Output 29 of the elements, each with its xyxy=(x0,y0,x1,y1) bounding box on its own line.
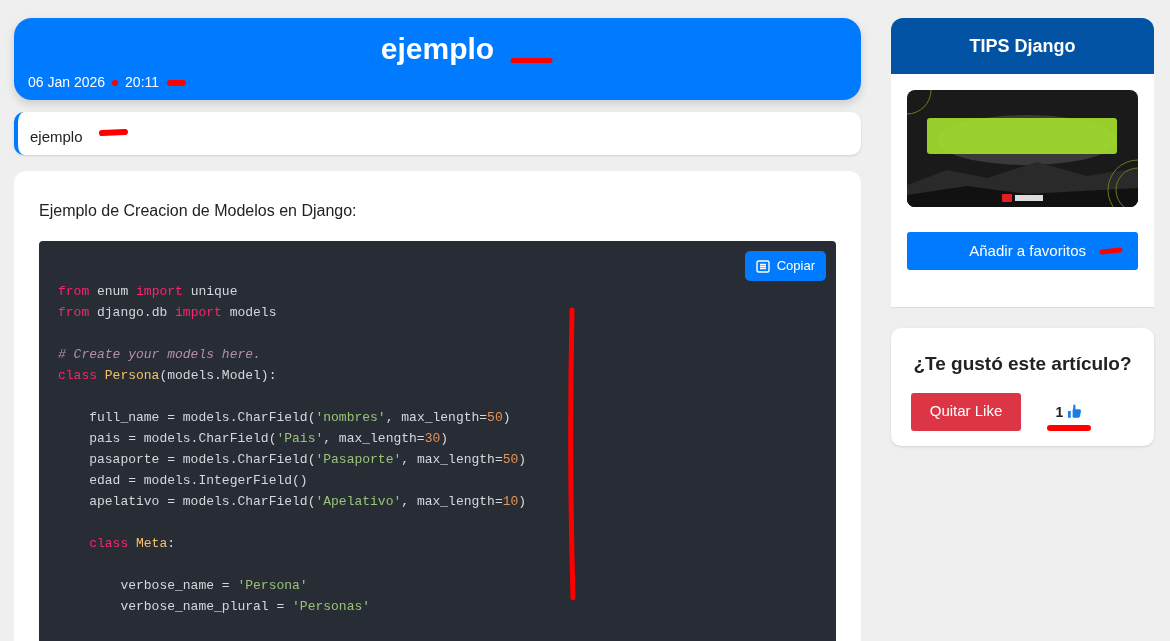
code-line: verbose_name = 'Persona' xyxy=(119,577,309,595)
post-summary: ejemplo xyxy=(30,127,83,148)
clipboard-icon xyxy=(755,259,770,273)
annotation-stroke xyxy=(1046,422,1092,433)
code-line: from enum import unique xyxy=(58,283,239,301)
code-line: class Persona(models.Model): xyxy=(58,367,278,385)
code-line: full_name = models.CharField('nombres', max_length=50) xyxy=(88,409,512,427)
add-favorites-button[interactable]: Añadir a favoritos xyxy=(907,232,1138,270)
tips-title: TIPS Django xyxy=(969,34,1076,58)
copy-button[interactable]: Copiar xyxy=(744,251,826,281)
code-line: # Create your models here. xyxy=(58,346,262,364)
code-line: class Meta: xyxy=(88,535,177,553)
post-time: 20:11 xyxy=(125,73,160,92)
code-line: apelativo = models.CharField('Apelativo', max_length=10) xyxy=(88,493,528,511)
annotation-stroke xyxy=(1098,246,1124,256)
intro-text: Ejemplo de Creacion de Modelos en Django: xyxy=(39,201,358,221)
like-question: ¿Te gustó este artículo? xyxy=(913,352,1132,376)
post-date: 06 Jan 2026 xyxy=(28,73,106,92)
annotation-stroke xyxy=(111,78,120,87)
code-line: verbose_name_plural = 'Personas' xyxy=(119,598,372,616)
code-line: pais = models.CharField('Pais', max_length=30) xyxy=(88,430,450,448)
code-line: pasaporte = models.CharField('Pasaporte', max_length=50) xyxy=(88,451,528,469)
code-line: edad = models.IntegerField() xyxy=(88,472,309,490)
post-title: ejemplo xyxy=(380,31,495,67)
remove-like-button[interactable]: Quitar Like xyxy=(911,392,1021,431)
code-line: from django.db import models xyxy=(58,304,278,322)
annotation-stroke xyxy=(510,56,555,64)
like-count: 1 xyxy=(1055,402,1064,422)
thumbs-up-icon xyxy=(1067,404,1083,420)
